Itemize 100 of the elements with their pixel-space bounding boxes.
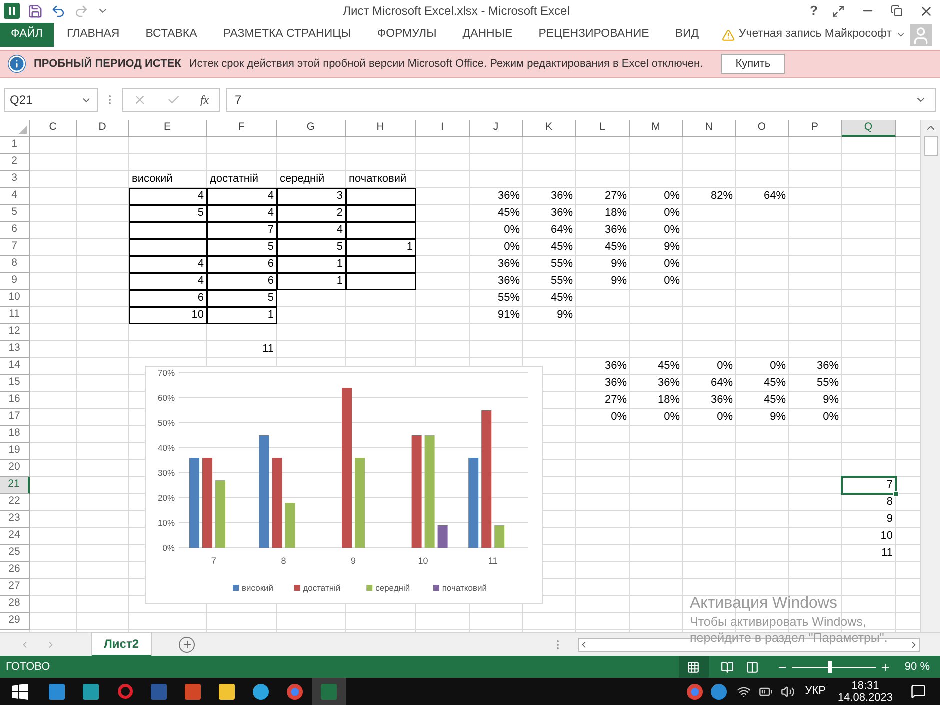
row-header[interactable]: 6 [0,222,30,239]
ribbon-tab[interactable]: ФОРМУЛЫ [364,23,450,47]
file-menu-button[interactable]: ФАЙЛ [0,23,54,47]
word-icon[interactable] [151,684,167,700]
buy-button[interactable]: Купить [721,54,786,74]
table-cell-text: 0% [769,359,787,374]
row-header[interactable]: 11 [0,307,30,324]
row-header[interactable]: 19 [0,443,30,460]
column-header[interactable]: C [30,120,77,137]
row-header[interactable]: 15 [0,375,30,392]
row-header[interactable]: 29 [0,613,30,630]
row-header[interactable]: 4 [0,188,30,205]
column-header[interactable]: Q [842,120,896,137]
row-header[interactable]: 3 [0,171,30,188]
app-icon[interactable] [49,684,65,700]
app-icon[interactable] [83,684,99,700]
ribbon-display-icon[interactable] [832,4,845,18]
formula-field[interactable]: 7 [226,88,936,112]
row-header[interactable]: 13 [0,341,30,358]
insert-function-button[interactable]: fx [200,91,210,109]
save-icon[interactable] [28,4,43,18]
row-header[interactable]: 18 [0,426,30,443]
row-header[interactable]: 8 [0,256,30,273]
windows-start-icon[interactable] [12,684,28,700]
row-header[interactable]: 21 [0,477,30,494]
ribbon-tab[interactable]: ДАННЫЕ [450,23,526,47]
row-header[interactable]: 17 [0,409,30,426]
sheet-tab[interactable]: Лист2 [92,632,152,656]
account-link[interactable]: Учетная запись Майкрософт [738,26,892,44]
table-cell-text: 45% [604,240,628,256]
row-header[interactable]: 28 [0,596,30,613]
row-header[interactable]: 25 [0,545,30,562]
clock-time[interactable]: 18:31 [852,680,880,692]
vertical-scrollbar[interactable] [920,120,940,632]
zoom-slider[interactable] [792,661,876,673]
notification-icon[interactable] [911,684,926,699]
row-header[interactable]: 2 [0,154,30,171]
scroll-thumb[interactable] [924,136,938,156]
column-header[interactable]: L [576,120,630,137]
table-cell-text: 64% [762,189,787,204]
volume-icon[interactable] [781,684,796,698]
ribbon-tab[interactable]: ГЛАВНАЯ [54,23,133,47]
opera-browser-icon[interactable] [118,684,132,699]
row-header[interactable]: 9 [0,273,30,290]
clock-date[interactable]: 14.08.2023 [838,692,893,704]
column-header[interactable]: H [346,120,416,137]
row-header[interactable]: 24 [0,528,30,545]
chrome-icon[interactable] [287,684,303,700]
column-header[interactable]: P [789,120,842,137]
row-header[interactable]: 23 [0,511,30,528]
row-header[interactable]: 1 [0,137,30,154]
column-header[interactable]: F [207,120,277,137]
app-icon[interactable] [711,684,728,700]
ribbon-tab[interactable]: РАЗМЕТКА СТРАНИЦЫ [210,23,364,47]
column-header[interactable]: K [523,120,576,137]
chrome-icon[interactable] [687,684,704,700]
powerpoint-icon[interactable] [185,684,201,700]
page-layout-icon[interactable] [720,660,734,674]
row-header[interactable]: 16 [0,392,30,409]
table-cell-text: 10 [880,529,894,544]
row-header[interactable]: 20 [0,460,30,477]
table-cell-text: 9% [822,393,840,408]
normal-view-button[interactable] [678,656,709,678]
column-header[interactable]: O [736,120,789,137]
restore-icon[interactable] [891,5,903,17]
language-indicator[interactable]: УКР [805,683,826,700]
zoom-level[interactable]: 90 % [904,658,930,676]
wifi-icon[interactable] [737,684,752,698]
column-header[interactable]: M [630,120,683,137]
table-cell-text: 11 [880,546,894,562]
row-header[interactable]: 12 [0,324,30,341]
name-box[interactable]: Q21 [4,88,98,112]
zoom-thumb[interactable] [828,661,832,673]
folder-icon[interactable] [219,684,235,700]
row-header[interactable]: 26 [0,562,30,579]
column-header[interactable]: J [470,120,523,137]
row-header[interactable]: 7 [0,239,30,256]
page-break-icon[interactable] [746,660,759,674]
column-header[interactable]: D [77,120,129,137]
row-header[interactable]: 5 [0,205,30,222]
table-cell-text: 36% [604,359,628,374]
column-header[interactable]: N [683,120,736,137]
row-header[interactable]: 10 [0,290,30,307]
column-header[interactable]: G [277,120,346,137]
row-header[interactable]: 14 [0,358,30,375]
help-button[interactable]: ? [804,1,824,21]
chart-area[interactable]: 0% 10% 20% 30% 40% 50% 60% 70% 7 8 9 10 11 високий достатній середній початковий [145,366,543,604]
ribbon-tab[interactable]: ВИД [662,23,712,47]
fill-handle[interactable] [893,491,899,497]
add-sheet-icon[interactable] [179,636,196,652]
column-header[interactable]: I [416,120,470,137]
ribbon-tab[interactable]: ВСТАВКА [132,23,210,47]
telegram-icon[interactable] [253,684,269,700]
table-cell-text: 45% [762,393,787,408]
undo-icon[interactable] [51,4,66,18]
row-header[interactable]: 27 [0,579,30,596]
column-header[interactable]: E [129,120,207,137]
zoom-in-icon[interactable] [880,662,891,672]
row-header[interactable]: 22 [0,494,30,511]
ribbon-tab[interactable]: РЕЦЕНЗИРОВАНИЕ [526,23,662,47]
